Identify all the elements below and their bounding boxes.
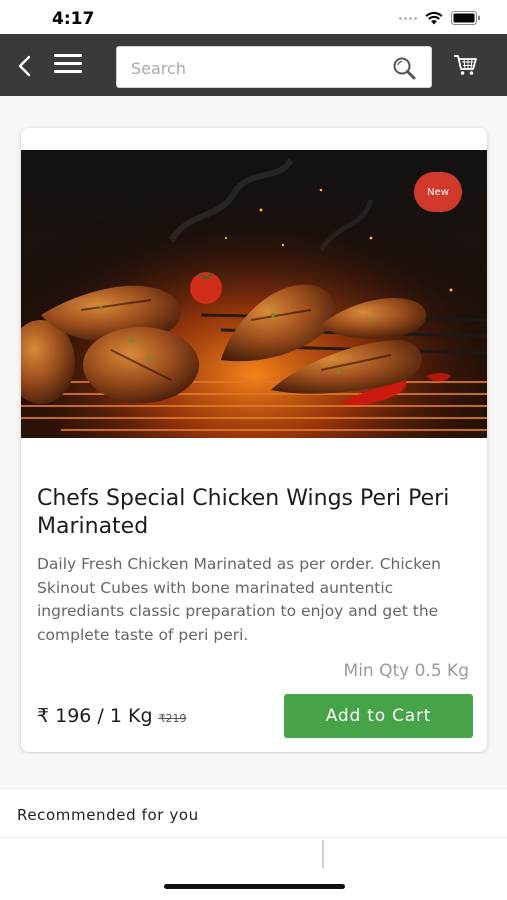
status-time: 4:17 [52,9,95,29]
product-image[interactable]: New [21,150,487,438]
main-content: New Chefs Special Chicken Wings Peri Per… [0,96,507,900]
original-price: ₹219 [158,712,187,725]
status-bar: 4:17 [0,0,507,34]
add-to-cart-button[interactable]: Add to Cart [284,694,473,738]
search-icon[interactable] [391,56,417,80]
recommended-divider [322,840,324,868]
section-gap [0,754,507,788]
wifi-icon [425,11,443,24]
hamburger-icon[interactable] [54,54,84,76]
signal-icon [399,16,417,20]
recommended-label: Recommended for you [17,806,199,824]
chevron-left-icon[interactable] [12,53,38,79]
product-card: New Chefs Special Chicken Wings Peri Per… [21,128,487,752]
price: ₹ 196 / 1 Kg [37,705,153,727]
product-description: Daily Fresh Chicken Marinated as per ord… [37,555,441,644]
app-bar [0,34,507,96]
min-qty-label: Min Qty 0.5 Kg [343,661,469,681]
home-indicator[interactable] [164,884,345,889]
product-title: Chefs Special Chicken Wings Peri Peri Ma… [37,486,450,539]
battery-icon [451,11,480,25]
recommended-header: Recommended for you [0,788,507,838]
search-input[interactable] [131,57,381,79]
status-icons [399,11,481,25]
search-box[interactable] [116,46,432,88]
cart-icon[interactable] [452,52,478,78]
recommended-list[interactable] [0,838,507,900]
price-row: ₹ 196 / 1 Kg ₹219 [37,705,187,727]
new-badge: New [414,172,462,212]
